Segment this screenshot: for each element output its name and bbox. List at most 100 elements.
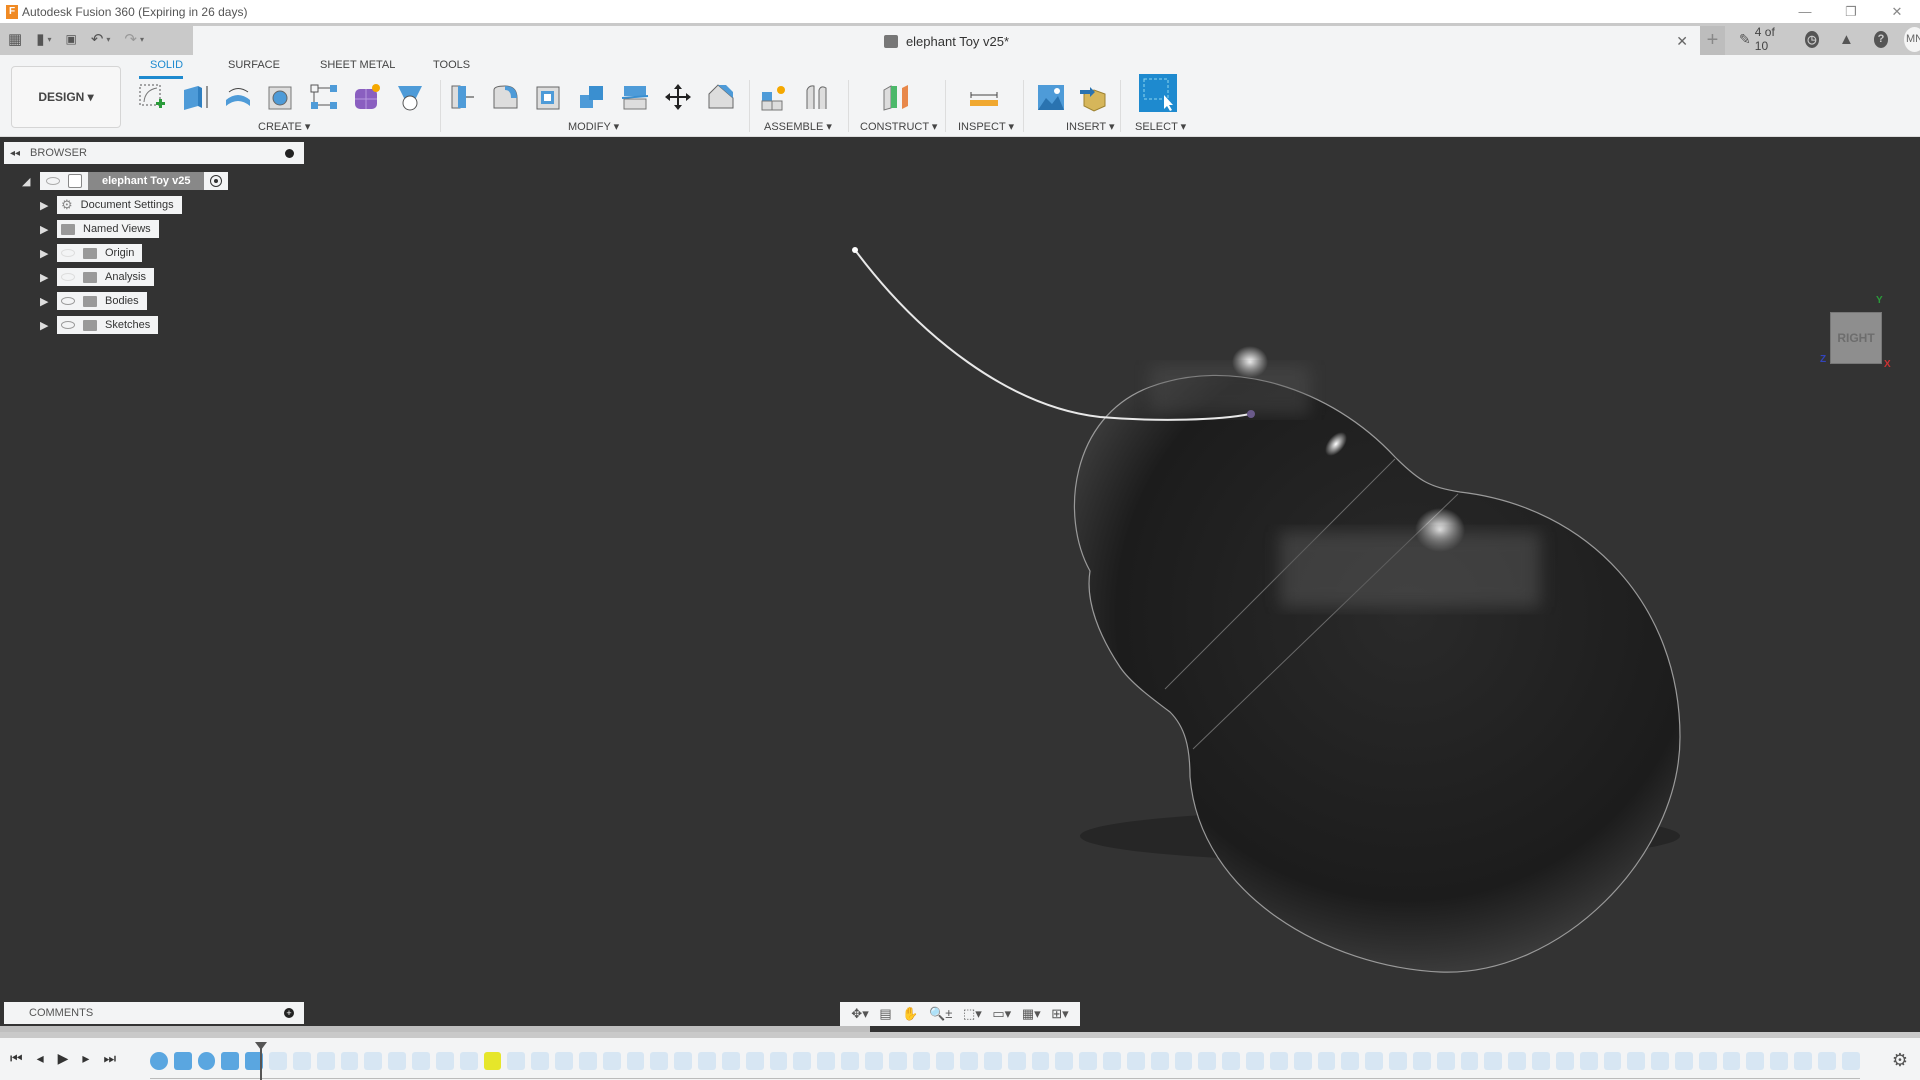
timeline-feature[interactable] bbox=[1508, 1052, 1527, 1070]
timeline-feature[interactable] bbox=[1651, 1052, 1669, 1070]
tab-solid[interactable]: SOLID bbox=[150, 59, 183, 71]
add-comment-icon[interactable]: + bbox=[284, 1008, 294, 1018]
new-tab-button[interactable]: + bbox=[1700, 25, 1726, 56]
workspace-switcher[interactable]: DESIGN ▾ bbox=[11, 66, 121, 128]
timeline-feature[interactable] bbox=[1126, 1052, 1145, 1070]
offset-plane-button[interactable] bbox=[880, 81, 912, 113]
timeline-feature[interactable] bbox=[578, 1052, 597, 1070]
timeline-feature[interactable] bbox=[292, 1052, 311, 1070]
browser-item-origin[interactable]: ▶ Origin bbox=[40, 243, 143, 263]
construct-menu[interactable]: CONSTRUCT ▾ bbox=[860, 120, 937, 133]
split-body-button[interactable] bbox=[619, 81, 651, 113]
job-status-button[interactable]: ✎ 4 of 10 bbox=[1739, 25, 1783, 53]
hole-button[interactable] bbox=[265, 81, 297, 113]
pattern-button[interactable] bbox=[308, 81, 340, 113]
chamfer-button[interactable] bbox=[705, 81, 737, 113]
timeline-feature[interactable] bbox=[1722, 1052, 1741, 1070]
timeline-feature[interactable] bbox=[793, 1052, 812, 1070]
browser-panel-header[interactable]: ◂◂ BROWSER bbox=[4, 142, 304, 164]
browser-item-analysis[interactable]: ▶ Analysis bbox=[40, 267, 154, 287]
view-cube[interactable]: RIGHT bbox=[1830, 312, 1882, 364]
browser-item-sketches[interactable]: ▶ Sketches bbox=[40, 315, 159, 335]
timeline-feature[interactable] bbox=[1198, 1052, 1217, 1070]
user-avatar[interactable]: MN bbox=[1904, 26, 1920, 52]
timeline-feature[interactable] bbox=[1103, 1052, 1121, 1070]
visibility-eye-icon[interactable] bbox=[61, 297, 75, 305]
timeline-feature[interactable] bbox=[674, 1052, 693, 1070]
timeline-feature[interactable] bbox=[269, 1052, 287, 1070]
minimize-button[interactable]: — bbox=[1782, 0, 1828, 23]
collapse-triangle-icon[interactable]: ◢ bbox=[22, 175, 30, 188]
combine-button[interactable] bbox=[576, 81, 608, 113]
expand-triangle-icon[interactable]: ▶ bbox=[40, 295, 48, 308]
close-window-button[interactable]: ✕ bbox=[1874, 0, 1920, 23]
timeline-feature[interactable] bbox=[745, 1052, 764, 1070]
tab-sheet-metal[interactable]: SHEET METAL bbox=[320, 59, 395, 71]
inspect-menu[interactable]: INSPECT ▾ bbox=[958, 120, 1014, 133]
fit-window-icon[interactable]: ⬚▾ bbox=[963, 1006, 982, 1022]
shell-button[interactable] bbox=[533, 81, 565, 113]
timeline-feature[interactable] bbox=[1436, 1052, 1455, 1070]
timeline-feature[interactable] bbox=[150, 1052, 168, 1070]
timeline-feature[interactable] bbox=[1770, 1052, 1789, 1070]
timeline-feature[interactable] bbox=[698, 1052, 716, 1070]
timeline-feature[interactable] bbox=[1484, 1052, 1503, 1070]
timeline-marker[interactable] bbox=[255, 1042, 267, 1080]
expand-triangle-icon[interactable]: ▶ bbox=[40, 319, 48, 332]
timeline-feature[interactable] bbox=[1150, 1052, 1169, 1070]
timeline-feature[interactable] bbox=[1246, 1052, 1264, 1070]
insert-mesh-button[interactable] bbox=[1078, 81, 1110, 113]
timeline-feature[interactable] bbox=[650, 1052, 669, 1070]
play-button[interactable]: ▶ bbox=[58, 1050, 69, 1067]
timeline-feature[interactable] bbox=[1698, 1052, 1717, 1070]
go-to-start-button[interactable]: ⏮ bbox=[10, 1050, 23, 1067]
root-component-name[interactable]: elephant Toy v25 bbox=[88, 172, 205, 190]
insert-canvas-button[interactable] bbox=[1035, 81, 1067, 113]
history-clock-icon[interactable]: ◷ bbox=[1804, 30, 1820, 48]
visibility-hidden-icon[interactable] bbox=[61, 273, 75, 281]
measure-button[interactable] bbox=[968, 81, 1000, 113]
timeline-feature[interactable] bbox=[1603, 1052, 1622, 1070]
orbit-icon[interactable]: ✥▾ bbox=[851, 1006, 868, 1022]
new-component-button[interactable] bbox=[758, 81, 790, 113]
timeline-feature[interactable] bbox=[1412, 1052, 1431, 1070]
timeline-feature[interactable] bbox=[817, 1052, 836, 1070]
timeline-feature[interactable] bbox=[388, 1052, 407, 1070]
timeline-feature[interactable] bbox=[1532, 1052, 1550, 1070]
expand-triangle-icon[interactable]: ▶ bbox=[40, 247, 48, 260]
tab-surface[interactable]: SURFACE bbox=[228, 59, 280, 71]
save-button[interactable]: ▣ bbox=[65, 32, 76, 46]
create-menu[interactable]: CREATE ▾ bbox=[258, 120, 310, 133]
pan-hand-icon[interactable]: ✋ bbox=[902, 1006, 918, 1022]
file-menu-button[interactable]: ▮ ▾ bbox=[36, 30, 51, 48]
timeline-feature[interactable] bbox=[1222, 1052, 1241, 1070]
timeline-feature[interactable] bbox=[197, 1052, 216, 1070]
grid-settings-icon[interactable]: ▦▾ bbox=[1022, 1006, 1041, 1022]
browser-pin-icon[interactable] bbox=[285, 148, 294, 158]
timeline-feature[interactable] bbox=[1055, 1052, 1074, 1070]
timeline-feature[interactable] bbox=[626, 1052, 645, 1070]
viewports-icon[interactable]: ⊞▾ bbox=[1051, 1006, 1068, 1022]
go-to-end-button[interactable]: ⏭ bbox=[103, 1050, 116, 1067]
browser-item-named-views[interactable]: ▶ Named Views bbox=[40, 219, 159, 239]
data-panel-grid-icon[interactable]: ▦ bbox=[8, 30, 22, 48]
browser-item-document-settings[interactable]: ▶ ⚙ Document Settings bbox=[40, 195, 182, 215]
timeline-feature[interactable] bbox=[602, 1052, 621, 1070]
timeline-feature[interactable] bbox=[841, 1052, 859, 1070]
redo-button[interactable]: ↷ ▾ bbox=[124, 30, 144, 48]
model-canvas[interactable] bbox=[0, 137, 1920, 1026]
timeline-feature[interactable] bbox=[1031, 1052, 1050, 1070]
timeline-feature[interactable] bbox=[364, 1052, 383, 1070]
timeline-feature[interactable] bbox=[912, 1052, 931, 1070]
3d-viewport[interactable]: RIGHT Y X Z bbox=[0, 137, 1920, 1026]
timeline-feature[interactable] bbox=[221, 1052, 240, 1070]
close-document-button[interactable]: ✕ bbox=[1676, 33, 1688, 50]
look-at-icon[interactable]: ▤ bbox=[879, 1006, 891, 1022]
expand-triangle-icon[interactable]: ▶ bbox=[40, 199, 48, 212]
timeline-feature[interactable] bbox=[1174, 1052, 1193, 1070]
zoom-icon[interactable]: 🔍± bbox=[929, 1006, 952, 1022]
help-icon[interactable]: ? bbox=[1873, 30, 1889, 48]
timeline-feature[interactable] bbox=[507, 1052, 526, 1070]
timeline-feature[interactable] bbox=[1341, 1052, 1360, 1070]
timeline-feature[interactable] bbox=[888, 1052, 907, 1070]
